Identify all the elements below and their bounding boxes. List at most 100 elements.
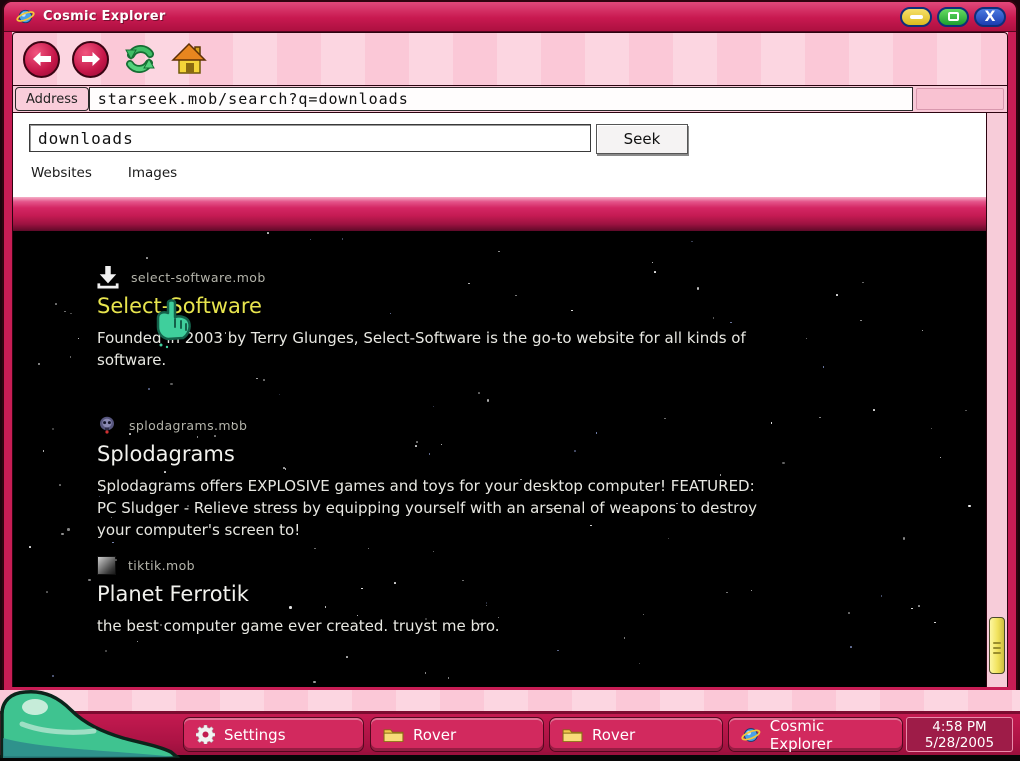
star [270, 512, 272, 514]
star [639, 663, 641, 665]
star [112, 542, 114, 544]
address-bar: Address [12, 85, 1008, 113]
maximize-button[interactable] [937, 7, 969, 27]
result-site: select-software.mob [131, 270, 266, 285]
star [433, 406, 435, 408]
star [934, 622, 936, 624]
result-site-row: select-software.mob [97, 265, 797, 289]
star [425, 672, 427, 674]
star [968, 505, 971, 508]
star [848, 612, 850, 614]
star [46, 591, 48, 593]
star [498, 251, 500, 253]
star [313, 681, 316, 684]
taskbar-item-label: Cosmic Explorer [770, 717, 890, 753]
star [557, 650, 559, 652]
refresh-button[interactable] [121, 41, 158, 78]
result-site: tiktik.mob [128, 558, 195, 573]
home-button[interactable] [170, 41, 207, 78]
star [730, 322, 732, 324]
back-arrow-icon [33, 52, 51, 66]
maximize-icon [948, 12, 959, 21]
search-input[interactable] [29, 124, 591, 152]
star [289, 606, 292, 609]
star [806, 338, 808, 340]
star [691, 241, 693, 243]
taskbar-item-rover-2[interactable]: Rover [549, 717, 723, 752]
star [267, 232, 269, 234]
taskbar-item-cosmic-explorer[interactable]: Cosmic Explorer [728, 717, 903, 752]
star [420, 507, 422, 509]
slime-highlight [22, 699, 48, 715]
tab-images[interactable]: Images [128, 165, 177, 181]
forward-arrow-icon [82, 52, 100, 66]
minimize-icon [910, 15, 923, 19]
refresh-icon [123, 42, 157, 76]
address-input[interactable] [89, 87, 913, 111]
star [29, 546, 31, 548]
star [416, 441, 418, 443]
star [850, 646, 852, 648]
back-button[interactable] [23, 41, 60, 78]
star [67, 528, 70, 531]
star [283, 467, 285, 469]
result-link[interactable]: Splodagrams [97, 442, 235, 466]
star [664, 418, 666, 420]
star [59, 484, 61, 486]
result-description: the best computer game ever created. tru… [97, 615, 777, 637]
star [70, 313, 72, 315]
star [918, 605, 920, 607]
taskbar-item-settings[interactable]: Settings [183, 717, 364, 752]
result-site: splodagrams.mob [129, 418, 247, 433]
star [64, 311, 66, 313]
star [652, 262, 654, 264]
minimize-button[interactable] [900, 7, 932, 27]
vertical-scrollbar[interactable] [986, 113, 1007, 687]
result-description: Splodagrams offers EXPLOSIVE games and t… [97, 475, 777, 541]
tab-websites[interactable]: Websites [31, 165, 92, 181]
star [78, 338, 80, 340]
planet-icon [741, 725, 761, 745]
star [115, 559, 117, 561]
seek-button[interactable]: Seek [596, 124, 688, 154]
star [515, 295, 517, 297]
result-site-row: tiktik.mob [97, 553, 797, 577]
star [232, 422, 234, 424]
star [342, 238, 344, 240]
clock-time: 4:58 PM [907, 719, 1012, 735]
star [911, 608, 913, 610]
star [873, 409, 875, 411]
star [105, 650, 108, 653]
crimson-divider-band [13, 197, 986, 231]
star [819, 417, 821, 419]
scrollbar-thumb[interactable] [989, 617, 1005, 674]
slime-start-button[interactable] [0, 688, 186, 758]
close-icon: X [985, 10, 996, 24]
scrollbar-grip [993, 642, 1001, 657]
star [38, 363, 41, 366]
navigation-toolbar [12, 32, 1008, 85]
result-link[interactable]: Select-Software [97, 294, 262, 318]
taskbar-item-label: Rover [413, 726, 456, 744]
star [129, 433, 131, 435]
close-button[interactable]: X [974, 7, 1006, 27]
folder-icon [383, 727, 404, 743]
taskbar-item-label: Settings [224, 726, 286, 744]
taskbar-item-rover-1[interactable]: Rover [370, 717, 544, 752]
star [903, 537, 906, 540]
star [624, 637, 626, 639]
star [256, 378, 258, 380]
star [43, 450, 45, 452]
star [862, 282, 864, 284]
star [782, 462, 785, 465]
star [394, 582, 396, 584]
result-link[interactable]: Planet Ferrotik [97, 582, 249, 606]
star [654, 271, 656, 273]
search-header: Seek Websites Images [13, 113, 986, 197]
forward-button[interactable] [72, 41, 109, 78]
home-icon [171, 43, 207, 75]
star [520, 479, 522, 481]
star [346, 656, 348, 658]
window-title: Cosmic Explorer [43, 9, 166, 24]
planet-icon [16, 7, 35, 26]
